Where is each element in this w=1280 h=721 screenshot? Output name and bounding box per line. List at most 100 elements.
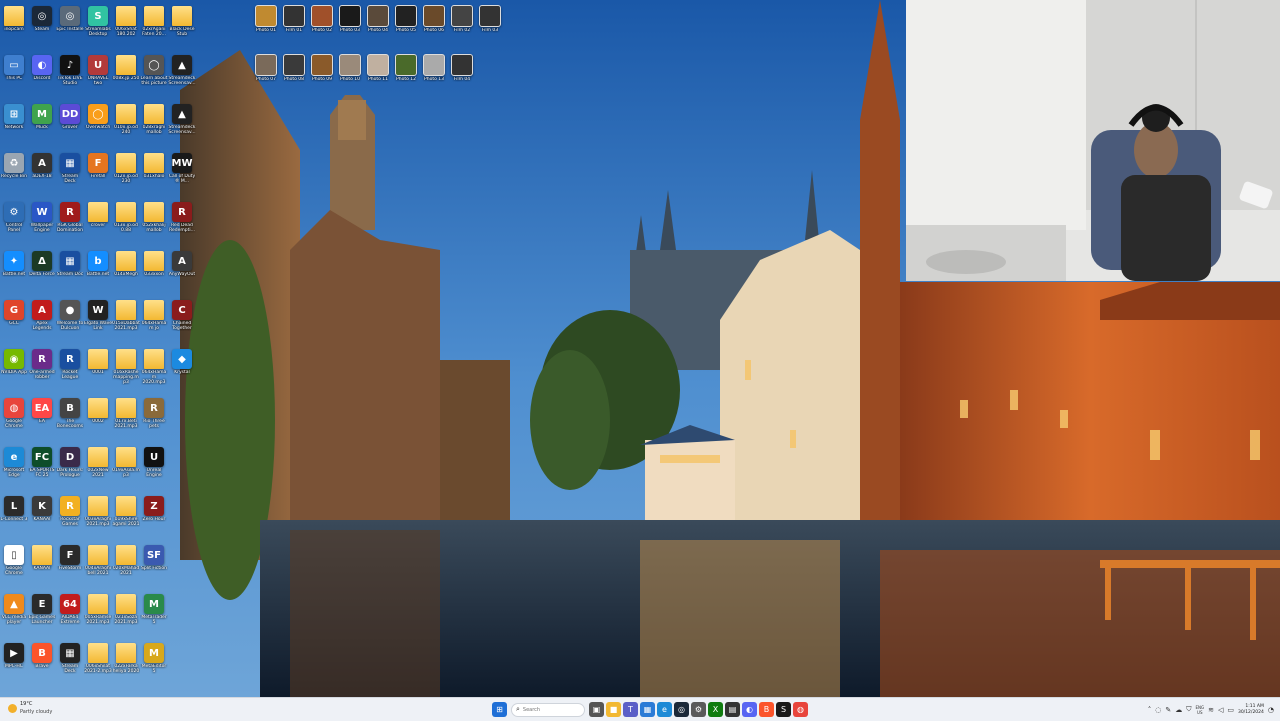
desktop-icon[interactable]: ▯ Google Chrome	[0, 543, 28, 591]
desktop-icon[interactable]: KANAAI	[28, 543, 56, 591]
desktop-icon[interactable]: M MetaEditor 5	[140, 641, 168, 689]
desktop-icon[interactable]: 020xMahad 2021	[112, 543, 140, 591]
desktop-icon[interactable]: W Elgato Wave Link	[84, 298, 112, 346]
desktop-icon[interactable]: D Dark Hours: Prologue	[56, 445, 84, 493]
desktop-icon[interactable]: A Apex Legends	[28, 298, 56, 346]
desktop-icon[interactable]: 014xMegh	[112, 249, 140, 297]
desktop-icon[interactable]: 0002	[84, 396, 112, 444]
desktop-icon[interactable]: 052xkhalij mallob	[140, 200, 168, 248]
desktop-icon[interactable]: ▦ Stream Deck	[56, 641, 84, 689]
desktop-icon[interactable]: ◯ Learn about this picture	[140, 53, 168, 101]
desktop-icon[interactable]: ▭ This PC	[0, 53, 28, 101]
desktop-icon[interactable]: 028xraghi mallob	[140, 102, 168, 150]
desktop-icon[interactable]: ✦ Battle.net	[0, 249, 28, 297]
settings-button[interactable]: ⚙	[691, 702, 706, 717]
desktop-icon[interactable]: C Chained Together	[168, 298, 196, 346]
desktop-icon[interactable]: K KANAAI	[28, 494, 56, 542]
desktop-icon[interactable]: Z Zero Hour	[140, 494, 168, 542]
desktop-icon[interactable]: ▶ MPC-HC	[0, 641, 28, 689]
desktop-icon[interactable]: F Firefall	[84, 151, 112, 199]
desktop-icon[interactable]: R Rio Three pets	[140, 396, 168, 444]
desktop-file-icon[interactable]: Photo 01	[252, 3, 280, 51]
desktop-icon[interactable]: S Streamlabs Desktop	[84, 4, 112, 52]
desktop-icon[interactable]: A AnyWayOut	[168, 249, 196, 297]
desktop-icon[interactable]: ● Welcome to Dulcuon	[56, 298, 84, 346]
notification-bell-icon[interactable]: ◔	[1268, 706, 1274, 714]
search-input[interactable]	[522, 706, 571, 713]
wifi-icon[interactable]: ≋	[1208, 706, 1214, 714]
desktop-icon[interactable]: B Brave	[28, 641, 56, 689]
desktop-file-icon[interactable]: Photo 09	[308, 52, 336, 100]
desktop-icon[interactable]: 019xShire agami 2021	[112, 494, 140, 542]
desktop-icon[interactable]: L L-Connect 3	[0, 494, 28, 542]
desktop-file-icon[interactable]: Photo 03	[336, 3, 364, 51]
desktop-file-icon[interactable]: Photo 12	[392, 52, 420, 100]
desktop-icon[interactable]: ◯ Overwatch	[84, 102, 112, 150]
desktop-icon[interactable]: 064xHamam jo	[140, 298, 168, 346]
desktop-file-icon[interactable]: Film 01	[280, 3, 308, 51]
desktop-icon[interactable]: W Wallpaper Engine	[28, 200, 56, 248]
taskbar-search[interactable]: ⌕	[511, 702, 585, 717]
desktop-icon[interactable]: 016xRashe mapping.mp3	[112, 347, 140, 395]
desktop-icon[interactable]: U UNRAVEL two	[84, 53, 112, 101]
desktop-icon[interactable]: 005xRamse 2021.mp3	[84, 592, 112, 640]
xbox-button[interactable]: X	[708, 702, 723, 717]
desktop-icon[interactable]: F FiveStorm	[56, 543, 84, 591]
weather-widget[interactable]: 19°C Partly cloudy	[6, 700, 96, 719]
desktop-icon[interactable]: 004xAraghi bell 2021	[84, 543, 112, 591]
file-explorer-button[interactable]: ■	[606, 702, 621, 717]
desktop-file-icon[interactable]: Photo 08	[280, 52, 308, 100]
desktop-icon[interactable]: ◎ Steam	[28, 4, 56, 52]
desktop-icon[interactable]: E Epic Games Launcher	[28, 592, 56, 640]
desktop-icon[interactable]: 64 AIDA64 Extreme	[56, 592, 84, 640]
teams-button[interactable]: T	[623, 702, 638, 717]
chevron-up-icon[interactable]: ˄	[1148, 706, 1152, 714]
shield-icon[interactable]: ⛉	[1186, 705, 1191, 714]
desktop-icon[interactable]: ◆ Krystal	[168, 347, 196, 395]
desktop-icon[interactable]: 008x.jp 250	[112, 53, 140, 101]
desktop-icon[interactable]: ▦ Stream Doc	[56, 249, 84, 297]
chrome-button[interactable]: ◍	[793, 702, 808, 717]
desktop-file-icon[interactable]: Photo 02	[308, 3, 336, 51]
desktop-icon[interactable]: 033xxon	[140, 249, 168, 297]
desktop-icon[interactable]: inopcam	[0, 4, 28, 52]
desktop-file-icon[interactable]: Photo 07	[252, 52, 280, 100]
desktop-icon[interactable]: 006xShat 180.202	[112, 4, 140, 52]
clock[interactable]: 1:11 AM 30/12/2024	[1238, 704, 1264, 716]
desktop-icon[interactable]: ▲ Streamdeck Screensav...	[168, 102, 196, 150]
desktop-icon[interactable]: ◐ Discord	[28, 53, 56, 101]
desktop-file-icon[interactable]: Film 03	[476, 3, 504, 51]
desktop-file-icon[interactable]: Photo 04	[364, 3, 392, 51]
desktop-icon[interactable]: DD Grover	[56, 102, 84, 150]
desktop-icon[interactable]: 031xhalo	[140, 151, 168, 199]
desktop-icon[interactable]: M MetaTrader 5	[140, 592, 168, 640]
desktop-icon[interactable]: R RGK Global Domination	[56, 200, 84, 248]
desktop-icon[interactable]: R Rocket League	[56, 347, 84, 395]
desktop-icon[interactable]: 010x.jp.od 240	[112, 102, 140, 150]
desktop-icon[interactable]: M Muck	[28, 102, 56, 150]
desktop-icon[interactable]: R Red Dead Redempti...	[168, 200, 196, 248]
cloud-icon[interactable]: ☁	[1175, 706, 1182, 714]
desktop-file-icon[interactable]: Photo 11	[364, 52, 392, 100]
desktop-icon[interactable]: 012x.jp.od 230	[112, 151, 140, 199]
desktop-icon[interactable]: EA EA	[28, 396, 56, 444]
steam-button[interactable]: ◎	[674, 702, 689, 717]
edge-button[interactable]: e	[657, 702, 672, 717]
desktop-icon[interactable]: ♻ Recycle Bin	[0, 151, 28, 199]
desktop-icon[interactable]: 022xFarka heliya 2020	[112, 641, 140, 689]
desktop-icon[interactable]: U Unreal Engine	[140, 445, 168, 493]
desktop-icon[interactable]: R One-armed robber	[28, 347, 56, 395]
streamlabs-button[interactable]: S	[776, 702, 791, 717]
desktop-icon[interactable]: 02xrAgani Faten 20...	[140, 4, 168, 52]
desktop-icon[interactable]: 021xSoza 2021.mp3	[112, 592, 140, 640]
desktop-icon[interactable]: 003xAraghi 2021.mp3	[84, 494, 112, 542]
desktop-icon[interactable]: ◍ Google Chrome	[0, 396, 28, 444]
desktop-file-icon[interactable]: Photo 13	[420, 52, 448, 100]
desktop-icon[interactable]: ◉ NVIDIA App	[0, 347, 28, 395]
desktop-file-icon[interactable]: Photo 10	[336, 52, 364, 100]
discord-button[interactable]: ◐	[742, 702, 757, 717]
desktop-icon[interactable]: R Rockstar Games	[56, 494, 84, 542]
desktop-icon[interactable]: FC EA SPORTS FC 25	[28, 445, 56, 493]
store-button[interactable]: ▦	[640, 702, 655, 717]
desktop-icon[interactable]: 064xHamam 2020.mp3	[140, 347, 168, 395]
